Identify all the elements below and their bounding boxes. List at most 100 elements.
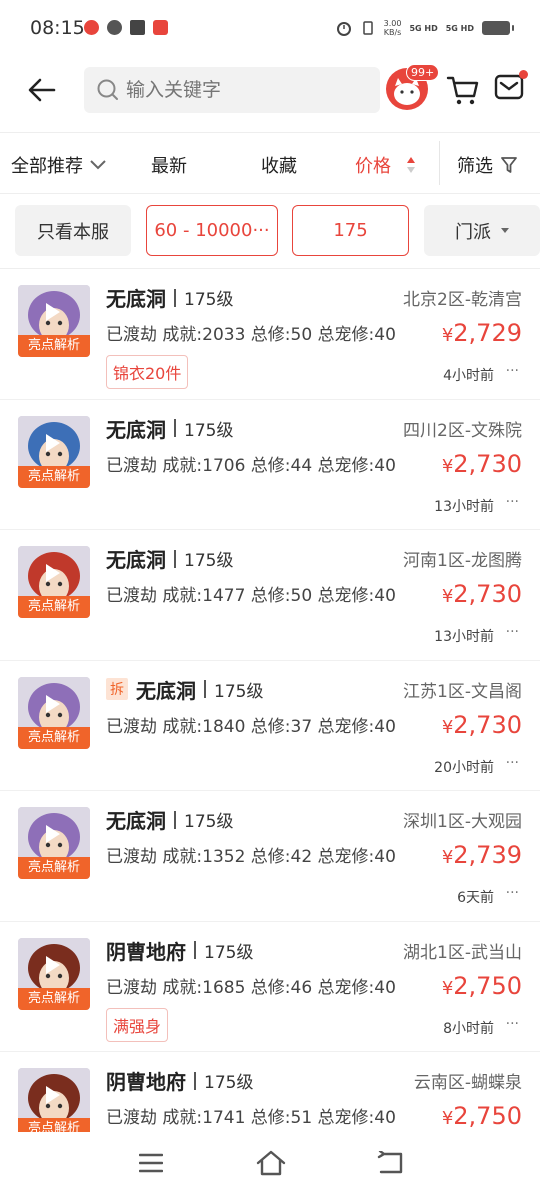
listing-time: 20小时前: [434, 759, 494, 776]
divider: [0, 193, 540, 194]
vibrate-icon: [362, 21, 373, 35]
message-button[interactable]: [494, 70, 528, 106]
user-avatar-button[interactable]: 99+: [386, 64, 440, 110]
listing-school: 无底洞: [106, 287, 166, 311]
more-options-button[interactable]: ···: [506, 755, 519, 771]
listing-server: 北京2区-乾清宫: [403, 290, 522, 310]
more-options-button[interactable]: ···: [506, 1016, 519, 1032]
listing-price: ¥2,730: [442, 580, 522, 608]
highlight-analysis-tag: 亮点解析: [18, 987, 90, 1010]
listing-price: ¥2,750: [442, 1102, 522, 1130]
server-only-toggle[interactable]: 只看本服: [15, 205, 131, 256]
status-right: 3.00 KB/s 5G HD 5G HD: [336, 19, 514, 37]
funnel-icon: [501, 157, 517, 173]
more-options-button[interactable]: ···: [506, 885, 519, 901]
listing-item[interactable]: 亮点解析 阴曹地府 175级 云南区-蝴蝶泉 已渡劫 成就:1741 总修:51 …: [0, 1052, 540, 1132]
listing-price-value: 2,729: [453, 319, 522, 347]
play-icon: [46, 694, 60, 713]
character-thumbnail[interactable]: 亮点解析: [18, 415, 90, 488]
status-bar: 08:15 3.00 KB/s 5G HD 5G HD: [0, 0, 540, 58]
more-options-button[interactable]: ···: [506, 494, 519, 510]
character-thumbnail[interactable]: 亮点解析: [18, 807, 90, 879]
back-nav-icon[interactable]: [376, 1151, 404, 1175]
listing-server: 深圳1区-大观园: [403, 812, 522, 832]
listing-school: 无底洞: [136, 678, 196, 703]
back-arrow-icon[interactable]: [26, 74, 58, 106]
listing-school: 阴曹地府: [106, 1070, 186, 1094]
listing-stats: 已渡劫 成就:1477 总修:50 总宠修:40: [106, 586, 396, 606]
listing-level: 175级: [184, 420, 234, 441]
listing-price-value: 2,739: [453, 841, 522, 869]
listing-time: 6天前: [457, 890, 494, 906]
character-thumbnail[interactable]: 亮点解析: [18, 285, 90, 357]
listing-stats: 已渡劫 成就:2033 总修:50 总宠修:40: [106, 325, 396, 345]
play-icon: [46, 825, 60, 843]
listing-price: ¥2,739: [442, 841, 522, 869]
title-separator: [174, 549, 176, 568]
price-range-filter[interactable]: 60 - 10000···: [146, 205, 278, 256]
filter-button[interactable]: 筛选: [457, 152, 517, 178]
listing-stats: 已渡劫 成就:1352 总修:42 总宠修:40: [106, 847, 396, 867]
sort-recommended-label: 全部推荐: [11, 156, 83, 177]
play-icon: [46, 955, 60, 974]
alarm-app-icon: [153, 20, 168, 35]
listing-school: 无底洞: [106, 548, 166, 572]
menu-icon[interactable]: [139, 1152, 163, 1174]
currency-symbol: ¥: [441, 1108, 454, 1129]
highlight-analysis-tag: 亮点解析: [18, 596, 90, 618]
title-separator: [174, 288, 176, 307]
sort-favorites[interactable]: 收藏: [261, 152, 297, 178]
play-icon: [46, 303, 60, 321]
sort-latest[interactable]: 最新: [151, 152, 187, 178]
listing-server: 河南1区-龙图腾: [403, 551, 522, 571]
listing-title-row: 无底洞 175级: [106, 414, 233, 443]
more-options-button[interactable]: ···: [506, 363, 519, 379]
listing-level: 175级: [184, 551, 234, 571]
play-icon: [46, 433, 60, 452]
listing-item[interactable]: 亮点解析 无底洞 175级 北京2区-乾清宫 已渡劫 成就:2033 总修:50 …: [0, 269, 540, 400]
search-icon: [97, 79, 118, 100]
listing-time: 13小时前: [434, 498, 494, 515]
school-filter-label: 门派: [455, 221, 491, 243]
listing-list[interactable]: 亮点解析 无底洞 175级 北京2区-乾清宫 已渡劫 成就:2033 总修:50 …: [0, 268, 540, 1132]
system-nav-bar: [0, 1132, 540, 1194]
school-filter[interactable]: 门派: [424, 205, 540, 256]
sort-price[interactable]: 价格: [355, 152, 417, 178]
net-speed-value: 3.00: [383, 19, 402, 28]
title-separator: [204, 680, 206, 698]
listing-server: 江苏1区-文昌阁: [403, 681, 522, 702]
currency-symbol: ¥: [441, 586, 454, 607]
listing-school: 无底洞: [106, 417, 166, 442]
listing-price-value: 2,730: [453, 710, 522, 739]
more-options-button[interactable]: ···: [506, 624, 519, 640]
cart-icon[interactable]: [446, 74, 480, 106]
highlight-analysis-tag: 亮点解析: [18, 335, 90, 357]
listing-item[interactable]: 亮点解析 无底洞 175级 深圳1区-大观园 已渡劫 成就:1352 总修:42 …: [0, 791, 540, 922]
character-thumbnail[interactable]: 亮点解析: [18, 546, 90, 618]
listing-item[interactable]: 亮点解析 拆无底洞 175级 江苏1区-文昌阁 已渡劫 成就:1840 总修:37…: [0, 661, 540, 791]
sort-arrows-icon: [407, 157, 415, 173]
listing-level: 175级: [184, 812, 234, 832]
listing-feature-tag: 锦衣20件: [106, 355, 189, 389]
character-thumbnail[interactable]: 亮点解析: [18, 937, 90, 1010]
search-input[interactable]: [126, 79, 366, 101]
listing-item[interactable]: 亮点解析 阴曹地府 175级 湖北1区-武当山 已渡劫 成就:1685 总修:46…: [0, 922, 540, 1052]
character-thumbnail[interactable]: 亮点解析: [18, 1068, 90, 1132]
listing-server: 湖北1区-武当山: [403, 942, 522, 963]
currency-symbol: ¥: [441, 325, 454, 346]
sort-recommended[interactable]: 全部推荐: [11, 152, 107, 178]
listing-price-value: 2,750: [453, 1102, 522, 1130]
home-icon[interactable]: [256, 1150, 286, 1176]
listing-stats: 已渡劫 成就:1685 总修:46 总宠修:40: [106, 977, 396, 998]
listing-item[interactable]: 亮点解析 无底洞 175级 四川2区-文殊院 已渡劫 成就:1706 总修:44 …: [0, 400, 540, 530]
listing-time: 13小时前: [434, 629, 494, 645]
character-thumbnail[interactable]: 亮点解析: [18, 676, 90, 749]
battery-icon: [482, 21, 514, 35]
level-filter[interactable]: 175: [292, 205, 409, 256]
listing-item[interactable]: 亮点解析 无底洞 175级 河南1区-龙图腾 已渡劫 成就:1477 总修:50 …: [0, 530, 540, 661]
listing-title-row: 无底洞 175级: [106, 283, 233, 312]
currency-symbol: ¥: [441, 977, 454, 999]
status-notification-icons: [84, 20, 168, 35]
search-box[interactable]: [84, 67, 380, 113]
title-separator: [194, 1071, 196, 1090]
